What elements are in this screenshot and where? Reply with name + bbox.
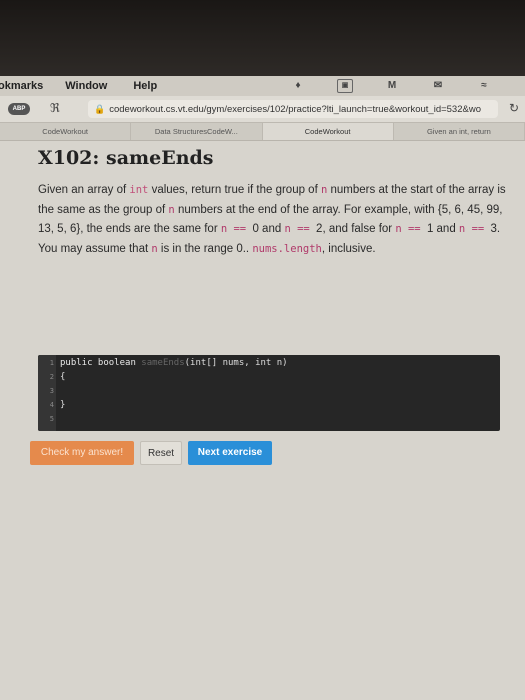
menu-window[interactable]: Window xyxy=(65,80,107,92)
code-line-2: { xyxy=(60,372,66,382)
desc-code: n == xyxy=(220,223,253,235)
desc-code: n == xyxy=(458,223,491,235)
system-tray: ♦ ▣ M ✉ ≈ xyxy=(291,79,517,93)
line-number: 1 xyxy=(49,359,54,367)
desc-text: values, return true if the group of xyxy=(148,184,321,196)
code-editor[interactable]: 1 2 3 4 5 public boolean sameEnds(int[] … xyxy=(38,355,500,431)
desc-text: 1 and xyxy=(426,223,459,235)
tab-codeworkout-1[interactable]: CodeWorkout xyxy=(0,123,132,140)
address-bar[interactable]: 🔒 codeworkout.cs.vt.edu/gym/exercises/102… xyxy=(88,100,498,118)
reset-button[interactable]: Reset xyxy=(140,441,182,465)
desc-text: is in the range 0.. xyxy=(157,242,253,255)
menu-bookmarks[interactable]: okmarks xyxy=(0,80,43,92)
next-exercise-button[interactable]: Next exercise xyxy=(188,441,272,465)
code-keyword: public boolean xyxy=(60,358,142,368)
check-answer-button[interactable]: Check my answer! xyxy=(30,441,134,465)
extension-badge-icon[interactable]: ABP xyxy=(8,103,30,115)
desc-code: n == xyxy=(395,223,427,235)
desc-code: int xyxy=(129,184,149,196)
code-params: (int[] nums, int n) xyxy=(184,358,288,368)
line-number: 2 xyxy=(49,373,54,381)
desc-text: , inclusive. xyxy=(321,242,376,255)
desc-code: n == xyxy=(284,223,317,235)
code-line-4: } xyxy=(60,400,66,410)
line-number: 5 xyxy=(49,415,54,423)
tab-data-structures[interactable]: Data StructuresCodeW... xyxy=(131,123,263,140)
tab-strip: CodeWorkout Data StructuresCodeW... Code… xyxy=(0,123,525,141)
shield-icon[interactable]: ♦ xyxy=(291,80,305,92)
screen-bezel xyxy=(0,0,525,76)
page-title: X102: sameEnds xyxy=(38,147,214,169)
exercise-description: Given an array of int values, return tru… xyxy=(38,181,506,259)
desc-text: Given an array of xyxy=(38,184,130,196)
reload-icon[interactable]: ↻ xyxy=(509,101,519,115)
screen: okmarks Window Help ♦ ▣ M ✉ ≈ ABP ℜ 🔒 cod… xyxy=(0,76,525,700)
tab-given-an-int[interactable]: Given an int, return xyxy=(394,123,525,140)
desc-text: 0 and xyxy=(252,223,285,235)
code-method-name: sameEnds xyxy=(141,358,185,368)
line-number: 3 xyxy=(49,387,54,395)
browser-toolbar: ABP ℜ 🔒 codeworkout.cs.vt.edu/gym/exercis… xyxy=(0,96,525,123)
menu-bar: okmarks Window Help ♦ ▣ M ✉ ≈ xyxy=(0,76,525,96)
line-number: 4 xyxy=(49,401,54,409)
menu-help[interactable]: Help xyxy=(133,80,157,92)
lock-icon: 🔒 xyxy=(94,104,106,114)
screen-icon[interactable]: ▣ xyxy=(337,79,353,93)
mail-icon[interactable]: ✉ xyxy=(431,80,445,92)
desc-code: nums.length xyxy=(252,242,322,255)
gmail-icon[interactable]: M xyxy=(385,80,399,92)
page-content: X102: sameEnds Given an array of int val… xyxy=(0,141,525,700)
tab-codeworkout-2[interactable]: CodeWorkout xyxy=(262,123,394,140)
wifi-icon[interactable]: ≈ xyxy=(477,80,491,92)
url-text: codeworkout.cs.vt.edu/gym/exercises/102/… xyxy=(109,104,481,115)
extension-icon[interactable]: ℜ xyxy=(50,101,60,115)
desc-text: 2, and false for xyxy=(316,223,396,235)
code-line-1: public boolean sameEnds(int[] nums, int … xyxy=(60,358,288,368)
